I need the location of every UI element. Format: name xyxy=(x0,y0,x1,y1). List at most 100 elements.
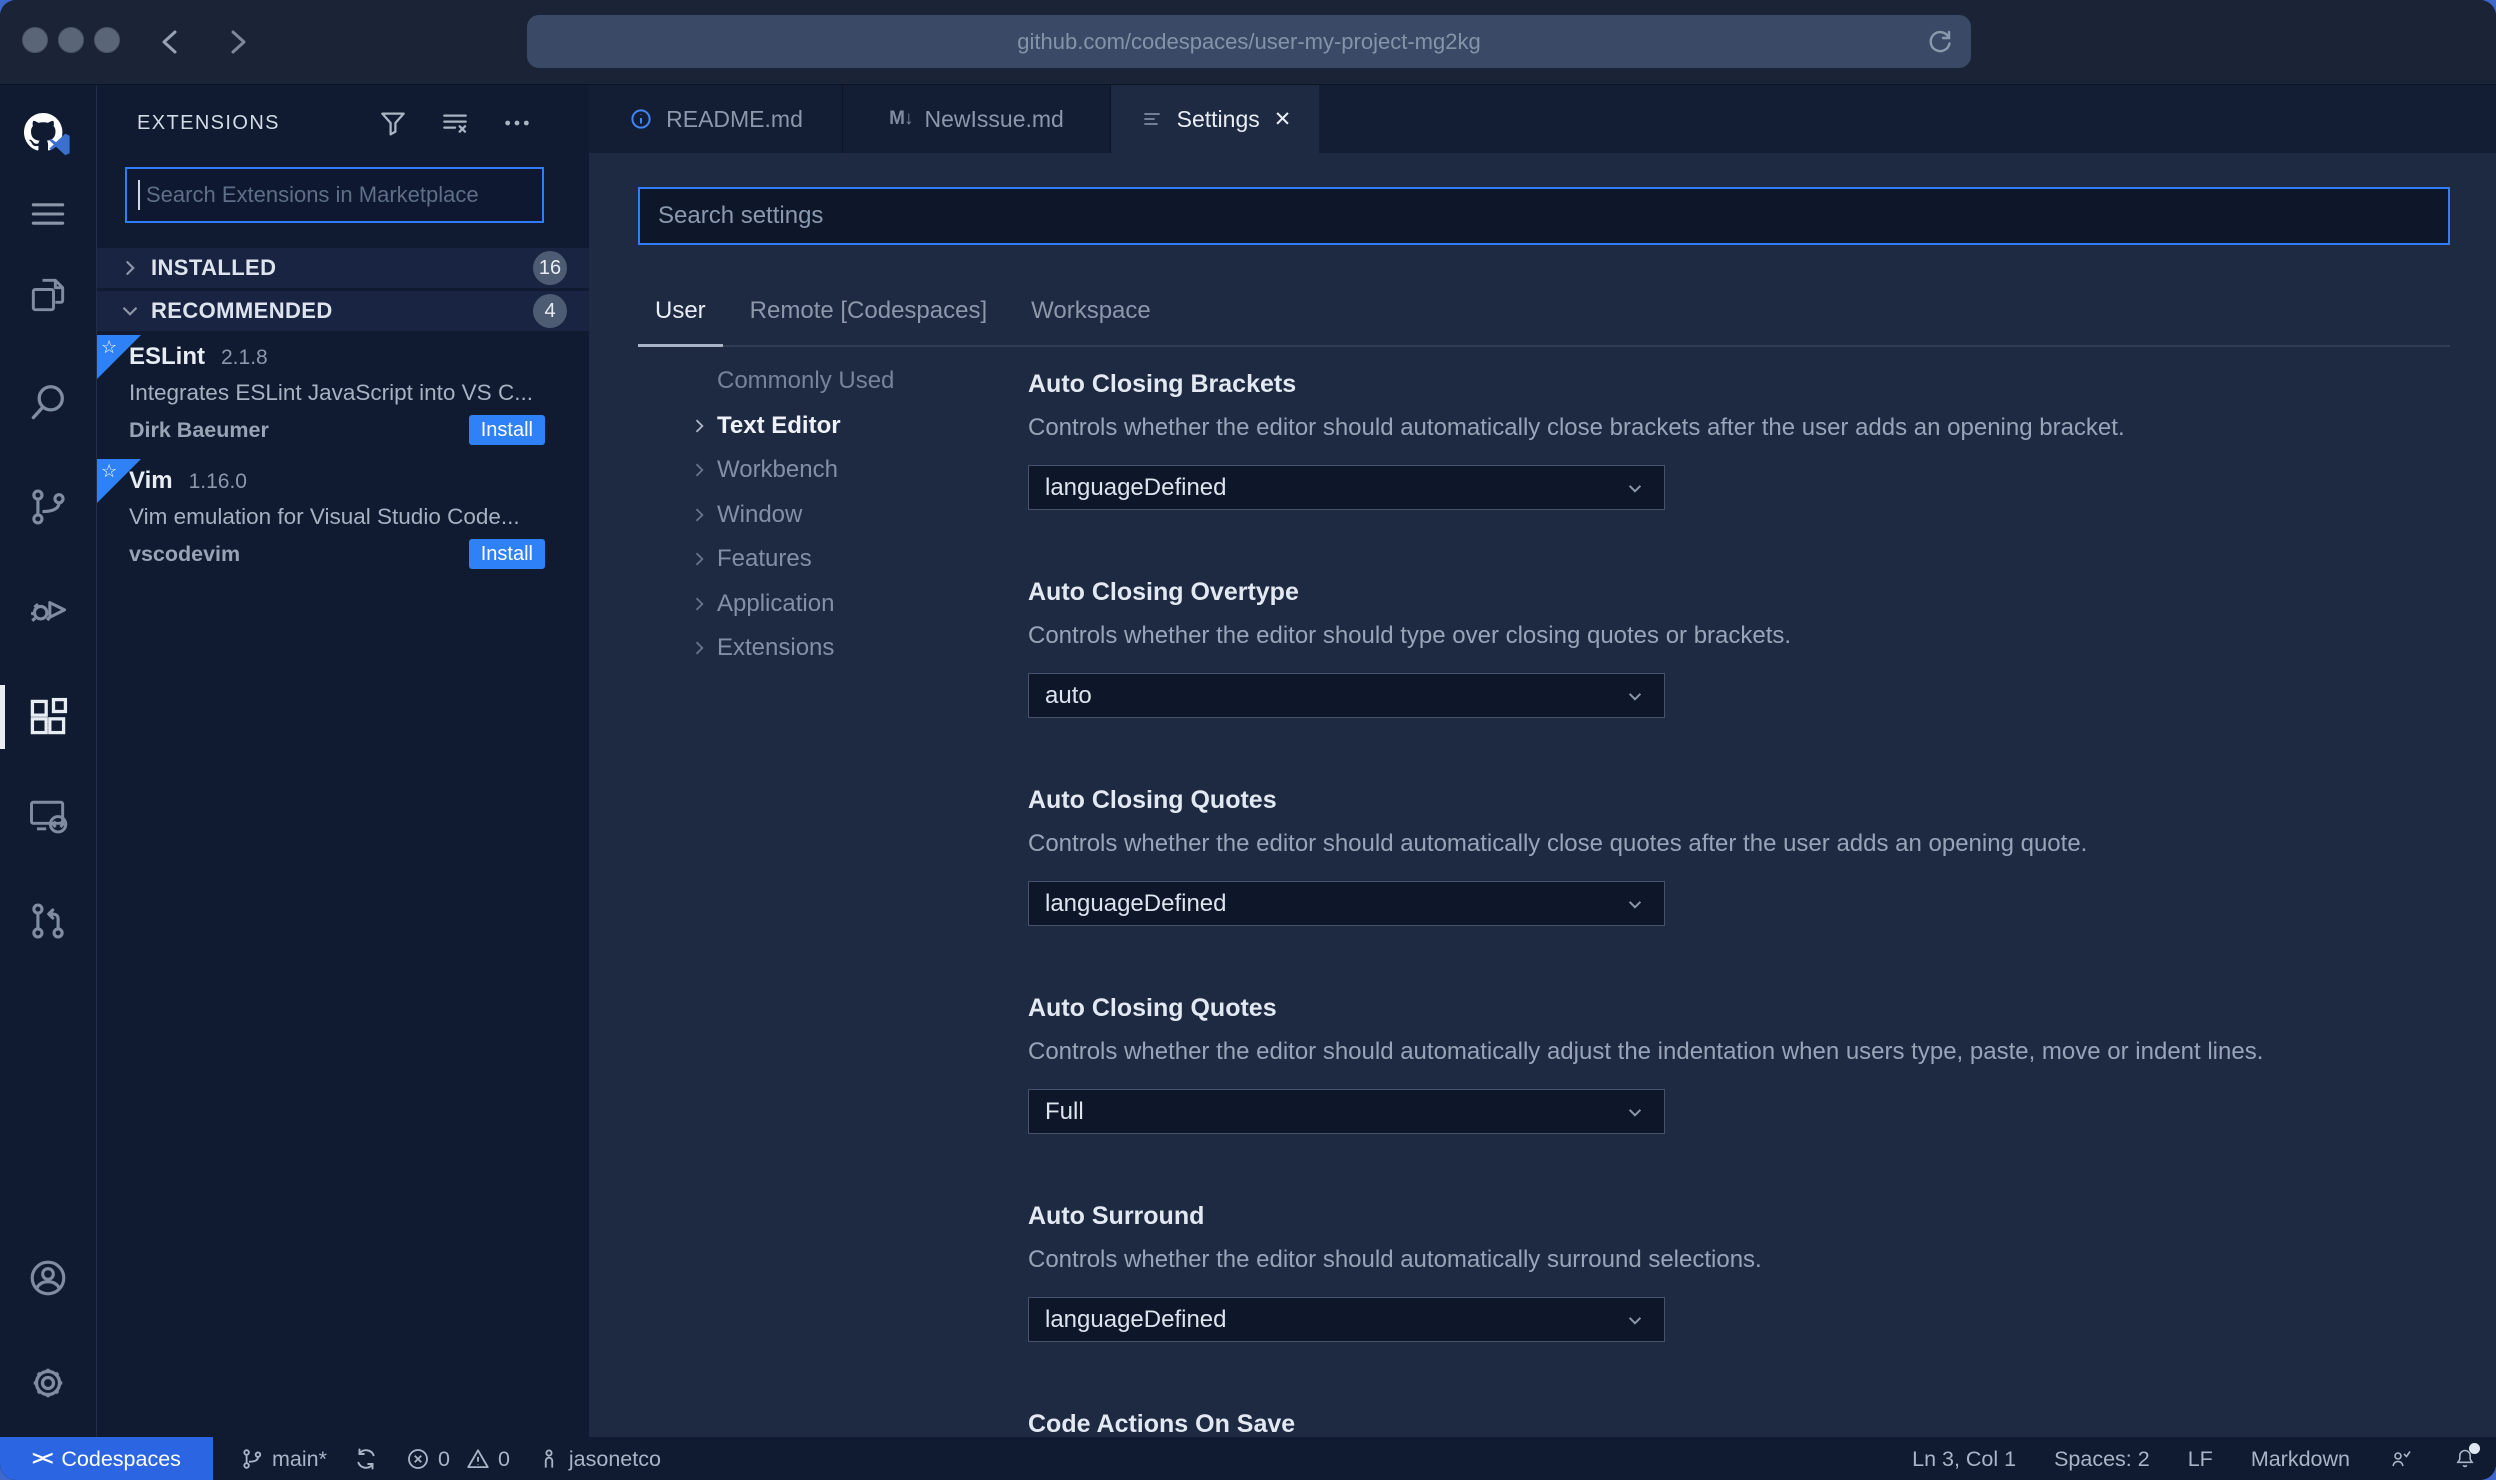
setting-code-actions-on-save: Code Actions On Save xyxy=(1028,1409,2448,1437)
setting-description: Controls whether the editor should autom… xyxy=(1028,1246,1762,1273)
active-view-indicator xyxy=(0,685,5,749)
eol-sequence[interactable]: LF xyxy=(2188,1447,2213,1472)
error-count: 0 xyxy=(437,1446,450,1471)
settings-list: Auto Closing Brackets Controls whether t… xyxy=(1028,347,2448,1437)
recommended-ribbon: ☆ xyxy=(97,459,141,503)
settings-editor: User Remote [Codespaces] Workspace Commo… xyxy=(589,153,2496,1437)
section-recommended[interactable]: RECOMMENDED 4 xyxy=(97,291,589,331)
reload-icon[interactable] xyxy=(1925,27,1955,57)
indentation[interactable]: Spaces: 2 xyxy=(2054,1447,2150,1472)
extensions-search-input[interactable] xyxy=(125,167,544,223)
extension-row-vim[interactable]: ☆ Vim 1.16.0 Vim emulation for Visual St… xyxy=(97,459,589,579)
setting-dropdown[interactable]: Full xyxy=(1028,1089,1665,1134)
forward-icon[interactable] xyxy=(224,22,250,62)
chevron-down-icon xyxy=(1628,900,1642,909)
account-icon[interactable] xyxy=(24,1254,72,1302)
chevron-right-icon xyxy=(695,597,704,611)
window-controls xyxy=(22,27,120,53)
remote-explorer-icon[interactable] xyxy=(24,792,72,840)
url-bar[interactable]: github.com/codespaces/user-my-project-mg… xyxy=(527,15,1971,68)
tree-item-extensions[interactable]: Extensions xyxy=(689,626,1028,671)
feedback-icon[interactable] xyxy=(2388,1446,2414,1472)
setting-dropdown[interactable]: languageDefined xyxy=(1028,881,1665,926)
extension-author: vscodevim xyxy=(129,541,241,566)
text-caret xyxy=(138,180,140,210)
branch-icon xyxy=(243,1449,262,1469)
clear-extension-filter-icon[interactable] xyxy=(439,107,471,139)
setting-title: Code Actions On Save xyxy=(1028,1410,1296,1437)
notification-dot xyxy=(2469,1443,2480,1454)
browser-nav xyxy=(158,22,250,62)
github-codespaces-logo-icon[interactable] xyxy=(24,109,72,165)
browser-titlebar: github.com/codespaces/user-my-project-mg… xyxy=(0,0,2496,85)
setting-dropdown[interactable]: auto xyxy=(1028,673,1665,718)
url-text: github.com/codespaces/user-my-project-mg… xyxy=(1017,28,1481,54)
status-bar: >< Codespaces main* 0 0 jasonetco Ln 3, … xyxy=(0,1437,2496,1480)
menu-icon[interactable] xyxy=(24,190,72,238)
setting-title: Auto Closing Quotes xyxy=(1028,994,1277,1022)
extensions-sidebar: EXTENSIONS INSTALLED 16 xyxy=(97,85,589,1437)
tree-item-application[interactable]: Application xyxy=(689,582,1028,627)
scope-tab-remote[interactable]: Remote [Codespaces] xyxy=(733,277,1004,345)
tree-item-window[interactable]: Window xyxy=(689,493,1028,538)
window-zoom-button[interactable] xyxy=(94,27,120,53)
tree-item-workbench[interactable]: Workbench xyxy=(689,448,1028,493)
search-icon[interactable] xyxy=(24,378,72,426)
settings-search-input[interactable] xyxy=(638,187,2450,245)
settings-editor-icon xyxy=(1143,113,1160,125)
extension-description: Vim emulation for Visual Studio Code... xyxy=(129,504,520,529)
setting-description: Controls whether the editor should autom… xyxy=(1028,414,2125,441)
tree-item-commonly-used[interactable]: Commonly Used xyxy=(689,359,1028,404)
tab-label: README.md xyxy=(666,105,803,132)
setting-dropdown[interactable]: languageDefined xyxy=(1028,465,1665,510)
tab-newissue[interactable]: M↓ NewIssue.md xyxy=(843,85,1111,153)
window-minimize-button[interactable] xyxy=(58,27,84,53)
sync-icon xyxy=(357,1448,375,1470)
setting-description: Controls whether the editor should autom… xyxy=(1028,1038,2264,1065)
window-close-button[interactable] xyxy=(22,27,48,53)
setting-auto-closing-overtype: Auto Closing Overtype Controls whether t… xyxy=(1028,577,2448,718)
cursor-position[interactable]: Ln 3, Col 1 xyxy=(1912,1447,2016,1472)
info-icon xyxy=(631,109,651,129)
tree-item-features[interactable]: Features xyxy=(689,537,1028,582)
tree-item-text-editor[interactable]: Text Editor xyxy=(689,404,1028,449)
github-pull-request-icon[interactable] xyxy=(24,897,72,945)
recommended-ribbon: ☆ xyxy=(97,335,141,379)
explorer-icon[interactable] xyxy=(24,271,72,319)
source-control-icon[interactable] xyxy=(24,483,72,531)
setting-auto-indent: Auto Closing Quotes Controls whether the… xyxy=(1028,993,2448,1134)
setting-dropdown[interactable]: languageDefined xyxy=(1028,1297,1665,1342)
back-icon[interactable] xyxy=(158,22,184,62)
setting-title: Auto Surround xyxy=(1028,1202,1205,1230)
notifications-button[interactable] xyxy=(2452,1443,2480,1472)
install-button[interactable]: Install xyxy=(468,415,545,445)
extension-row-eslint[interactable]: ☆ ESLint 2.1.8 Integrates ESLint JavaScr… xyxy=(97,335,589,455)
language-mode[interactable]: Markdown xyxy=(2251,1447,2350,1472)
tab-label: Settings xyxy=(1176,105,1260,132)
chevron-right-icon xyxy=(695,463,704,477)
extensions-icon[interactable] xyxy=(24,693,72,741)
settings-gear-icon[interactable] xyxy=(24,1359,72,1407)
codespaces-remote-button[interactable]: >< Codespaces xyxy=(0,1437,213,1480)
install-button[interactable]: Install xyxy=(468,539,545,569)
user-indicator[interactable]: jasonetco xyxy=(536,1446,661,1472)
section-installed[interactable]: INSTALLED 16 xyxy=(97,248,589,288)
warning-count: 0 xyxy=(497,1446,510,1471)
scope-tab-user[interactable]: User xyxy=(638,277,723,347)
problems-indicator[interactable]: 0 0 xyxy=(405,1446,510,1472)
chevron-right-icon xyxy=(695,419,704,433)
filter-icon[interactable] xyxy=(377,107,409,139)
sync-button[interactable] xyxy=(353,1446,379,1472)
close-icon[interactable]: ✕ xyxy=(1274,107,1292,132)
tab-settings[interactable]: Settings ✕ xyxy=(1111,85,1319,153)
section-label: INSTALLED xyxy=(151,255,277,280)
scope-tab-workspace[interactable]: Workspace xyxy=(1014,277,1168,345)
setting-description: Controls whether the editor should type … xyxy=(1028,622,1792,649)
more-actions-icon[interactable] xyxy=(501,107,533,139)
count-badge: 16 xyxy=(533,251,567,285)
extension-author: Dirk Baeumer xyxy=(129,417,269,442)
run-debug-icon[interactable] xyxy=(24,585,72,633)
tab-readme[interactable]: README.md xyxy=(589,85,843,153)
chevron-right-icon xyxy=(695,552,704,566)
branch-indicator[interactable]: main* xyxy=(239,1446,327,1472)
